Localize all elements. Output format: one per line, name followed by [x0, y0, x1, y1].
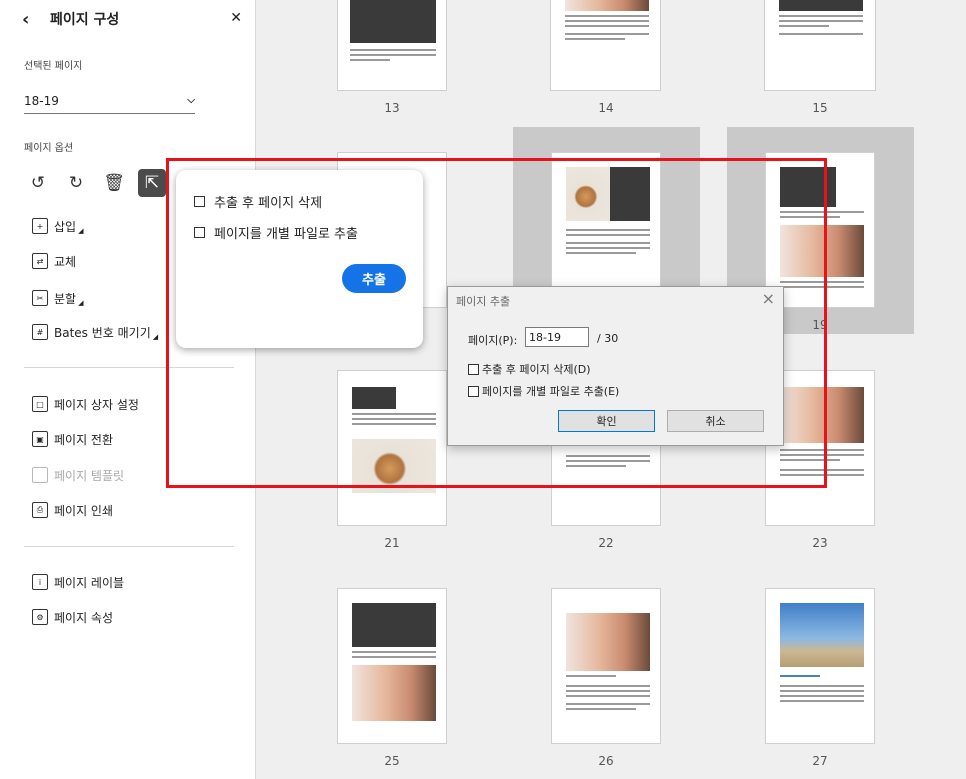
extract-separate-files-checkbox[interactable]: 페이지를 개별 파일로 추출(E): [468, 383, 619, 399]
page-thumbnail-19[interactable]: [765, 152, 875, 308]
panel-header: ‹ 페이지 구성 ✕: [22, 8, 242, 30]
sidebar-item-replace[interactable]: ⇄ 교체: [32, 250, 76, 272]
page-number: 14: [598, 101, 614, 115]
checkbox[interactable]: [468, 363, 479, 375]
checkbox[interactable]: [194, 227, 205, 238]
page-number: 15: [812, 101, 828, 115]
selected-pages-value: 18-19: [24, 93, 59, 108]
page-template-icon: [32, 467, 48, 483]
extract-options-popover: 추출 후 페이지 삭제 페이지를 개별 파일로 추출 추출: [176, 170, 423, 348]
submenu-corner-icon: ◢: [78, 299, 84, 307]
back-arrow-icon[interactable]: ‹: [22, 9, 44, 30]
page-properties-icon: ⚙: [32, 609, 48, 625]
extract-page-icon[interactable]: ⇱: [138, 169, 166, 197]
submenu-corner-icon: ◢: [152, 333, 159, 341]
sidebar-item-split[interactable]: ✂ 분할 ◢: [32, 287, 83, 309]
page-number: 22: [598, 536, 614, 550]
dialog-body: 페이지(P): 18-19 / 30 추출 후 페이지 삭제(D) 페이지를 개…: [448, 311, 783, 445]
print-icon: ⎙: [32, 502, 48, 518]
page-transition-icon: ▣: [32, 431, 48, 447]
pages-total: / 30: [597, 332, 619, 345]
page-thumbnail-15[interactable]: [764, 0, 876, 91]
panel-title: 페이지 구성: [50, 12, 120, 28]
organize-pages-panel: ‹ 페이지 구성 ✕ 선택된 페이지 18-19 ⌵ 페이지 옵션 ↺ ↻ 🗑 …: [0, 0, 256, 779]
submenu-corner-icon: ◢: [78, 227, 84, 235]
page-number: 26: [598, 754, 614, 768]
extract-button[interactable]: 추출: [342, 264, 406, 293]
trash-icon[interactable]: 🗑: [100, 169, 128, 197]
page-thumbnail-18[interactable]: [551, 152, 661, 308]
ok-button[interactable]: 확인: [558, 410, 655, 432]
dialog-title: 페이지 추출: [456, 295, 511, 308]
page-thumbnail-25[interactable]: [337, 588, 447, 744]
extract-pages-dialog: 페이지 추출 × 페이지(P): 18-19 / 30 추출 후 페이지 삭제(…: [447, 286, 784, 446]
selected-pages-dropdown[interactable]: 18-19 ⌵: [24, 88, 195, 114]
page-number: 13: [384, 101, 400, 115]
page-box-icon: □: [32, 396, 48, 412]
page-number: 21: [384, 536, 400, 550]
selected-pages-label: 선택된 페이지: [24, 61, 83, 72]
divider: [24, 546, 234, 547]
chevron-down-icon: ⌵: [187, 95, 195, 106]
extract-separate-files-option[interactable]: 페이지를 개별 파일로 추출: [194, 223, 358, 242]
page-options-label: 페이지 옵션: [24, 143, 74, 154]
insert-page-icon: +: [32, 218, 48, 234]
page-thumbnail-14[interactable]: [550, 0, 661, 91]
sidebar-item-insert[interactable]: + 삽입 ◢: [32, 215, 83, 237]
checkbox[interactable]: [468, 385, 479, 397]
page-number: 19: [812, 318, 828, 332]
sidebar-item-page-label[interactable]: i 페이지 레이블: [32, 571, 124, 593]
close-icon[interactable]: ×: [762, 289, 775, 308]
page-number: 27: [812, 754, 828, 768]
delete-after-extract-checkbox[interactable]: 추출 후 페이지 삭제(D): [468, 361, 591, 377]
page-label-icon: i: [32, 574, 48, 590]
pages-label: 페이지(P):: [468, 334, 518, 347]
sidebar-item-page-transition[interactable]: ▣ 페이지 전환: [32, 428, 113, 450]
cancel-button[interactable]: 취소: [667, 410, 764, 432]
page-tools-row: ↺ ↻ 🗑 ⇱: [24, 168, 176, 198]
page-number: 23: [812, 536, 828, 550]
pages-input[interactable]: 18-19: [525, 327, 589, 347]
close-icon[interactable]: ✕: [230, 10, 242, 26]
divider: [24, 367, 234, 368]
bates-numbering-icon: #: [32, 324, 48, 340]
delete-after-extract-option[interactable]: 추출 후 페이지 삭제: [194, 192, 322, 211]
page-thumbnail-27[interactable]: [765, 588, 875, 744]
page-thumbnail-26[interactable]: [551, 588, 661, 744]
rotate-left-icon[interactable]: ↺: [24, 169, 52, 197]
sidebar-item-bates[interactable]: # Bates 번호 매기기 ◢: [32, 321, 158, 343]
sidebar-item-page-template: 페이지 템플릿: [32, 464, 124, 486]
page-number: 25: [384, 754, 400, 768]
checkbox[interactable]: [194, 196, 205, 207]
sidebar-item-page-box[interactable]: □ 페이지 상자 설정: [32, 393, 139, 415]
page-thumbnail-21[interactable]: [337, 370, 447, 526]
sidebar-item-print[interactable]: ⎙ 페이지 인쇄: [32, 499, 113, 521]
split-page-icon: ✂: [32, 290, 48, 306]
rotate-right-icon[interactable]: ↻: [62, 169, 90, 197]
page-thumbnail-13[interactable]: [337, 0, 447, 91]
sidebar-item-page-properties[interactable]: ⚙ 페이지 속성: [32, 606, 113, 628]
replace-page-icon: ⇄: [32, 253, 48, 269]
